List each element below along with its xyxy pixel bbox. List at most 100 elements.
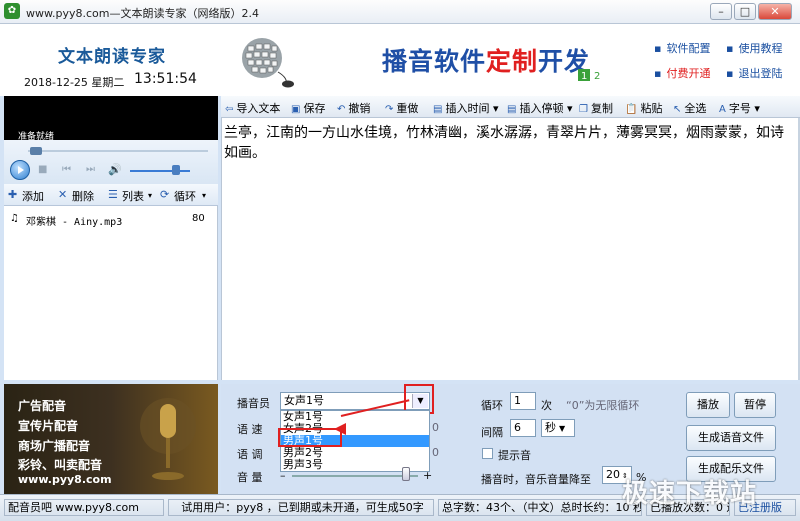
list-button[interactable]: 列表 (122, 188, 144, 204)
previous-icon[interactable]: ⏮ (62, 164, 71, 175)
close-button[interactable]: ✕ (758, 3, 792, 20)
import-text-button[interactable]: ⇦ 导入文本 (225, 100, 280, 116)
ad-line-3: 商场广播配音 (18, 439, 91, 453)
font-size-icon: A (719, 104, 726, 115)
playlist-toolbar: ✚ 添加 ✕ 删除 ☰ 列表 ▾ ⟳ 循环 ▾ (4, 184, 218, 206)
number-badge-icon: 1 2 (578, 69, 600, 82)
save-label: 保存 (303, 102, 326, 115)
paid-activation-link[interactable]: ▪ 付费开通 (654, 65, 710, 81)
select-all-button[interactable]: ↖ 全选 (673, 100, 706, 116)
title-bar: ✿ www.pyy8.com—文本朗读专家（网络版）2.4 – □ ✕ (0, 0, 800, 24)
loop-dropdown-icon[interactable]: ▾ (202, 191, 206, 200)
volume-thumb[interactable] (172, 165, 180, 175)
volume-slider-thumb[interactable] (402, 467, 410, 481)
microphone-icon (140, 398, 196, 480)
import-icon: ⇦ (225, 104, 234, 115)
volume-slider-track[interactable] (292, 475, 418, 477)
status-stats: 总字数：43个、（中文）总时长约：10 秒 (438, 499, 642, 516)
maximize-button[interactable]: □ (734, 3, 756, 20)
date-label: 2018-12-25 星期二 (24, 76, 125, 89)
volume-track[interactable] (130, 170, 190, 172)
list-dropdown-icon[interactable]: ▾ (148, 191, 152, 200)
pitch-value: 0 (432, 446, 439, 459)
loop-unit: 次 (541, 399, 552, 412)
paid-activation-label: 付费开通 (666, 67, 711, 80)
loop-button[interactable]: 循环 (174, 188, 196, 204)
redo-label: 重做 (396, 102, 419, 115)
save-icon: ▣ (291, 104, 301, 115)
announcer-label: 播音员 (237, 397, 270, 410)
option-highlight (278, 428, 342, 447)
interval-unit: 秒 (545, 421, 556, 434)
software-config-label: 软件配置 (666, 42, 711, 55)
tutorial-label: 使用教程 (738, 42, 783, 55)
pause-button[interactable]: 暂停 (734, 392, 776, 418)
insert-pause-label: 插入停顿 (519, 102, 564, 115)
copy-button[interactable]: ❐ 复制 (579, 100, 613, 116)
paste-label: 粘贴 (640, 102, 663, 115)
delete-button[interactable]: 删除 (72, 188, 94, 204)
font-size-button[interactable]: A 字号 ▾ (719, 100, 760, 116)
insert-time-button[interactable]: ▤ 插入时间 ▾ (433, 100, 498, 116)
play-text-button[interactable]: 播放 (686, 392, 730, 418)
text-editor[interactable]: 兰亭，江南的一方山水佳境，竹林清幽，溪水潺潺，青翠片片，薄雾冥冥，烟雨蒙蒙，如诗… (221, 118, 800, 380)
list-item[interactable]: ♫ 邓紫棋 - Ainy.mp3 80 (10, 212, 210, 228)
minimize-button[interactable]: – (710, 3, 732, 20)
promo-part1: 播音软件 (382, 47, 487, 76)
beep-label: 提示音 (498, 449, 531, 462)
speaker-icon[interactable]: 🔊 (108, 163, 122, 176)
watermark: 极速下载站 (622, 479, 758, 509)
undo-label: 撤销 (348, 102, 371, 115)
stop-icon[interactable]: ■ (38, 164, 47, 175)
insert-time-icon: ▤ (433, 104, 443, 115)
brand-title: 文本朗读专家 (58, 47, 166, 67)
select-all-label: 全选 (684, 102, 707, 115)
promo-part2: 定制 (486, 47, 539, 76)
paste-button[interactable]: 📋 粘贴 (625, 100, 662, 116)
ad-banner[interactable]: 广告配音 宣传片配音 商场广播配音 彩铃、叫卖配音 www.pyy8.com (4, 384, 218, 494)
playlist: ♫ 邓紫棋 - Ainy.mp3 80 (4, 206, 218, 380)
music-note-icon: ♫ (10, 213, 19, 224)
insert-pause-icon: ▤ (507, 104, 517, 115)
software-config-link[interactable]: ▪ 软件配置 (654, 40, 710, 56)
generate-voice-button[interactable]: 生成语音文件 (686, 425, 776, 451)
keyboard-globe-logo-icon (242, 38, 294, 88)
next-icon[interactable]: ⏭ (86, 164, 95, 175)
add-icon: ✚ (8, 188, 18, 201)
speed-label: 语 速 (237, 423, 263, 436)
interval-label: 间隔 (481, 426, 503, 439)
beep-checkbox[interactable] (482, 448, 493, 459)
progress-thumb[interactable] (30, 147, 42, 155)
import-text-label: 导入文本 (236, 102, 281, 115)
play-button[interactable] (10, 160, 30, 180)
volume-plus[interactable]: + (423, 469, 432, 482)
track-volume: 80 (192, 213, 205, 224)
music-volume-label: 播音时，音乐音量降至 (481, 473, 591, 486)
volume-minus[interactable]: – (280, 469, 286, 482)
loop-count-input[interactable]: 1 (510, 392, 536, 410)
announcer-value: 女声1号 (284, 394, 324, 407)
loop-label: 循环 (481, 399, 503, 412)
insert-pause-button[interactable]: ▤ 插入停顿 ▾ (507, 100, 572, 116)
ad-line-4: 彩铃、叫卖配音 (18, 458, 103, 472)
interval-input[interactable]: 6 (510, 419, 536, 437)
pitch-label: 语 调 (237, 448, 263, 461)
redo-icon: ↷ (385, 104, 394, 115)
header-banner: 文本朗读专家 2018-12-25 星期二 13:51:54 播音软件定制开发 … (0, 24, 800, 96)
status-user: 试用用户：pyy8 ，已到期或未开通，可生成50字 (168, 499, 434, 516)
save-button[interactable]: ▣ 保存 (291, 100, 325, 116)
tutorial-link[interactable]: ▪ 使用教程 (726, 40, 782, 56)
player-controls: ■ ⏮ ⏭ 🔊 (4, 140, 218, 184)
redo-button[interactable]: ↷ 重做 (385, 100, 418, 116)
app-logo-icon: ✿ (4, 3, 20, 19)
ad-url: www.pyy8.com (18, 473, 112, 486)
logout-link[interactable]: ▪ 退出登陆 (726, 65, 782, 81)
loop-icon: ⟳ (160, 188, 170, 201)
logout-label: 退出登陆 (738, 67, 783, 80)
editor-text[interactable]: 兰亭，江南的一方山水佳境，竹林清幽，溪水潺潺，青翠片片，薄雾冥冥，烟雨蒙蒙，如诗… (224, 123, 794, 163)
interval-unit-select[interactable]: 秒 ▼ (541, 419, 575, 437)
svg-text:1: 1 (581, 71, 587, 82)
add-button[interactable]: 添加 (22, 188, 44, 204)
progress-track[interactable] (28, 150, 208, 152)
undo-button[interactable]: ↶ 撤销 (337, 100, 370, 116)
